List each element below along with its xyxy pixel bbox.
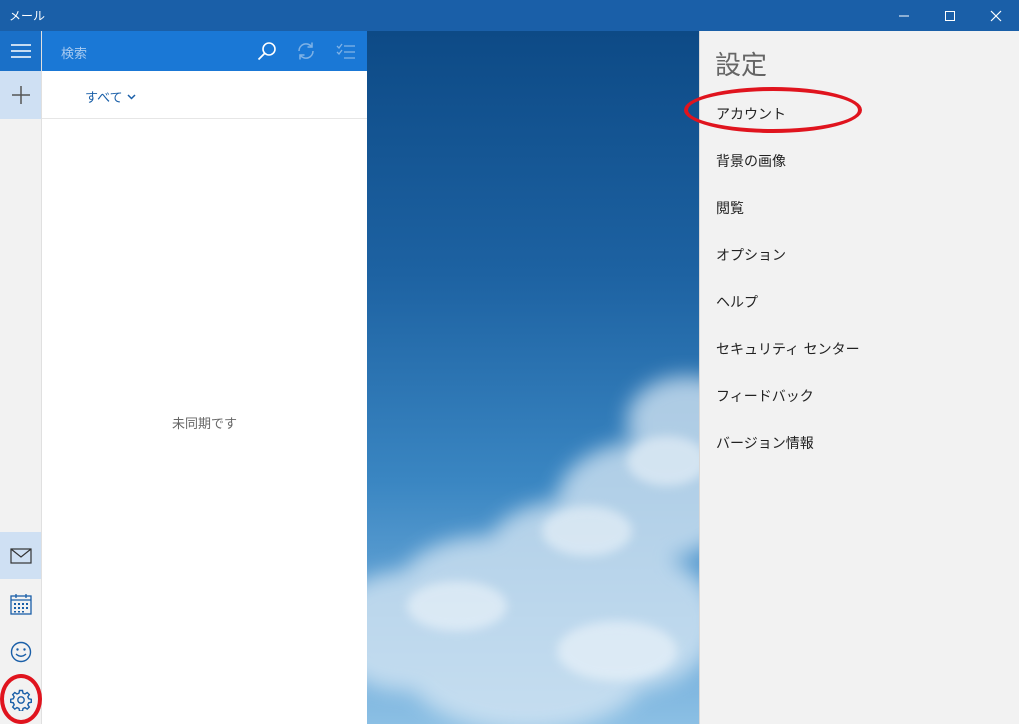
smiley-icon <box>10 641 31 662</box>
chevron-down-icon <box>127 93 136 100</box>
message-list-pane: 検索 すべて 未同期です <box>42 31 367 724</box>
settings-item-about[interactable]: バージョン情報 <box>716 433 814 453</box>
window-title: メール <box>9 9 46 23</box>
title-bar: メール <box>0 0 1019 31</box>
gear-icon <box>9 689 32 711</box>
mail-icon <box>9 547 32 564</box>
settings-item-trust-center[interactable]: セキュリティ センター <box>716 339 860 359</box>
settings-item-reading[interactable]: 閲覧 <box>716 198 744 218</box>
maximize-icon <box>945 10 955 21</box>
maximize-button[interactable] <box>927 0 973 31</box>
empty-list-message: 未同期です <box>171 417 237 432</box>
settings-panel: 設定 アカウント 背景の画像 閲覧 オプション ヘルプ セキュリティ センター … <box>699 31 1019 724</box>
filter-dropdown[interactable]: すべて <box>85 87 136 106</box>
calendar-icon <box>9 593 32 615</box>
settings-item-help[interactable]: ヘルプ <box>716 292 758 312</box>
settings-item-options[interactable]: オプション <box>716 245 786 265</box>
search-icon <box>257 42 276 61</box>
filter-label: すべて <box>85 91 123 106</box>
filter-row: すべて <box>42 71 367 119</box>
mail-app-window: メール 検索 すべて 未同期です 設定 アカウント 背景の画像 閲覧 オプション… <box>0 0 1019 724</box>
calendar-nav-button[interactable] <box>0 580 41 627</box>
settings-nav-button[interactable] <box>0 676 41 723</box>
sync-icon <box>298 42 314 60</box>
new-mail-button[interactable] <box>0 71 41 119</box>
settings-title: 設定 <box>715 51 768 81</box>
search-input[interactable]: 検索 <box>61 43 87 62</box>
settings-item-feedback[interactable]: フィードバック <box>716 386 814 406</box>
sync-button[interactable] <box>296 41 316 65</box>
minimize-button[interactable] <box>881 0 927 31</box>
settings-item-accounts[interactable]: アカウント <box>716 104 786 124</box>
left-nav-bar <box>0 31 42 724</box>
minimize-icon <box>899 15 909 16</box>
search-bar: 検索 <box>42 31 367 71</box>
cloud-image <box>367 376 699 724</box>
hamburger-menu-icon <box>10 44 31 58</box>
close-button[interactable] <box>973 0 1019 31</box>
plus-icon <box>11 86 30 104</box>
close-icon <box>990 10 1002 21</box>
selection-mode-button[interactable] <box>336 41 356 65</box>
checklist-icon <box>336 43 355 59</box>
mail-nav-button[interactable] <box>0 532 41 579</box>
background-image <box>367 31 699 724</box>
feedback-nav-button[interactable] <box>0 628 41 675</box>
hamburger-menu-button[interactable] <box>0 31 41 71</box>
search-button[interactable] <box>257 41 277 65</box>
settings-item-background-image[interactable]: 背景の画像 <box>716 151 786 171</box>
